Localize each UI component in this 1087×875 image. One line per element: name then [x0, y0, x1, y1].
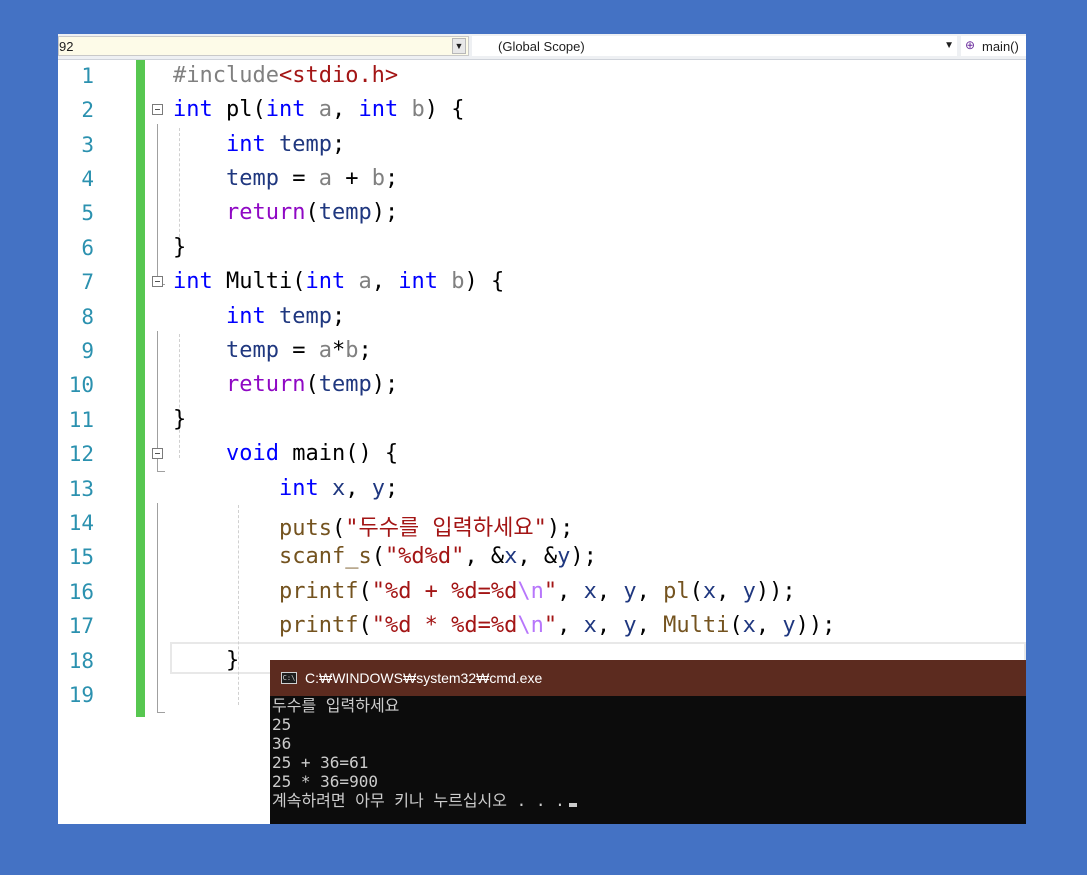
code-line[interactable]: 12 void main() {: [58, 438, 1026, 472]
code-line[interactable]: 17 printf("%d * %d=%d\n", x, y, Multi(x,…: [58, 610, 1026, 644]
cmd-icon: C:\: [281, 672, 297, 684]
line-number: 3: [81, 133, 94, 157]
member-dropdown-value: main(): [982, 39, 1019, 54]
code-text: printf("%d * %d=%d\n", x, y, Multi(x, y)…: [278, 613, 836, 638]
line-number: 15: [68, 545, 94, 569]
code-line[interactable]: 1 #include<stdio.h>: [58, 60, 1026, 94]
code-text: }: [173, 235, 187, 260]
code-text: int pl(int a, int b) {: [173, 97, 465, 122]
code-text: }: [173, 648, 240, 673]
code-line[interactable]: 2 int pl(int a, int b) {: [58, 94, 1026, 128]
line-number: 14: [68, 511, 94, 535]
line-number: 6: [81, 236, 94, 260]
line-number: 18: [68, 649, 94, 673]
line-number: 12: [68, 442, 94, 466]
code-line[interactable]: 13 int x, y;: [58, 473, 1026, 507]
code-line[interactable]: 6 }: [58, 232, 1026, 266]
code-text: temp = a + b;: [225, 166, 399, 191]
code-line[interactable]: 7 int Multi(int a, int b) {: [58, 266, 1026, 300]
console-line: 25 * 36=900: [272, 772, 378, 791]
code-text: printf("%d + %d=%d\n", x, y, pl(x, y));: [278, 579, 796, 604]
line-number: 10: [68, 373, 94, 397]
code-text: }: [173, 407, 187, 432]
line-number: 9: [81, 339, 94, 363]
line-number: 19: [68, 683, 94, 707]
chevron-down-icon[interactable]: ▼: [452, 38, 466, 54]
code-text: int temp;: [225, 132, 346, 157]
code-text: temp = a*b;: [225, 338, 372, 363]
line-number: 13: [68, 477, 94, 501]
line-number: 4: [81, 167, 94, 191]
line-number: 17: [68, 614, 94, 638]
project-dropdown-value: 92: [59, 39, 74, 54]
console-line: 25 + 36=61: [272, 753, 369, 772]
chevron-down-icon[interactable]: ▼: [944, 40, 954, 51]
console-prompt-text: 계속하려면 아무 키나 누르십시오 . . .: [272, 791, 565, 810]
collapse-icon[interactable]: [152, 276, 163, 287]
line-number: 1: [81, 64, 94, 88]
code-line[interactable]: 8 int temp;: [58, 301, 1026, 335]
code-line[interactable]: 14 puts("두수를 입력하세요");: [58, 507, 1026, 541]
console-title: C:₩WINDOWS₩system32₩cmd.exe: [305, 670, 543, 686]
code-line[interactable]: 15 scanf_s("%d%d", &x, &y);: [58, 541, 1026, 575]
scope-dropdown[interactable]: (Global Scope) ▼: [472, 36, 957, 56]
code-line[interactable]: 16 printf("%d + %d=%d\n", x, y, pl(x, y)…: [58, 576, 1026, 610]
code-text: puts("두수를 입력하세요");: [278, 516, 574, 541]
member-dropdown[interactable]: ⊕ main(): [961, 36, 1026, 56]
code-line[interactable]: 9 temp = a*b;: [58, 335, 1026, 369]
code-text: return(temp);: [225, 372, 399, 397]
line-number: 16: [68, 580, 94, 604]
code-line[interactable]: 11 }: [58, 404, 1026, 438]
code-text: return(temp);: [225, 200, 399, 225]
line-number: 5: [81, 201, 94, 225]
code-text: void main() {: [225, 441, 399, 466]
console-line: 25: [272, 715, 292, 734]
code-line[interactable]: 3 int temp;: [58, 129, 1026, 163]
code-text: #include<stdio.h>: [173, 63, 399, 88]
screenshot: 92 ▼ (Global Scope) ▼ ⊕ main() 1 #includ…: [58, 34, 1026, 824]
code-line[interactable]: 10 return(temp);: [58, 369, 1026, 403]
console-output[interactable]: 두수를 입력하세요 25 36 25 + 36=61 25 * 36=900 계…: [272, 696, 577, 810]
code-text: int x, y;: [278, 476, 399, 501]
console-line: 36: [272, 734, 292, 753]
console-window[interactable]: C:\ C:₩WINDOWS₩system32₩cmd.exe 두수를 입력하세…: [270, 660, 1026, 824]
line-number: 2: [81, 98, 94, 122]
scope-dropdown-value: (Global Scope): [498, 39, 585, 54]
console-titlebar[interactable]: C:\ C:₩WINDOWS₩system32₩cmd.exe: [270, 660, 1026, 696]
console-line: 두수를 입력하세요: [272, 696, 400, 715]
code-text: int temp;: [225, 304, 346, 329]
member-function-icon: ⊕: [965, 38, 976, 52]
console-prompt-line: 계속하려면 아무 키나 누르십시오 . . .: [272, 791, 577, 810]
line-number: 7: [81, 270, 94, 294]
text-cursor: [568, 803, 577, 807]
code-text: int Multi(int a, int b) {: [173, 269, 505, 294]
code-line[interactable]: 4 temp = a + b;: [58, 163, 1026, 197]
line-number: 11: [68, 408, 94, 432]
code-line[interactable]: 5 return(temp);: [58, 197, 1026, 231]
navigation-bar: 92 ▼ (Global Scope) ▼ ⊕ main(): [58, 34, 1026, 60]
project-dropdown[interactable]: 92 ▼: [58, 36, 469, 56]
collapse-icon[interactable]: [152, 104, 163, 115]
line-number: 8: [81, 305, 94, 329]
code-text: scanf_s("%d%d", &x, &y);: [278, 544, 597, 569]
collapse-icon[interactable]: [152, 448, 163, 459]
